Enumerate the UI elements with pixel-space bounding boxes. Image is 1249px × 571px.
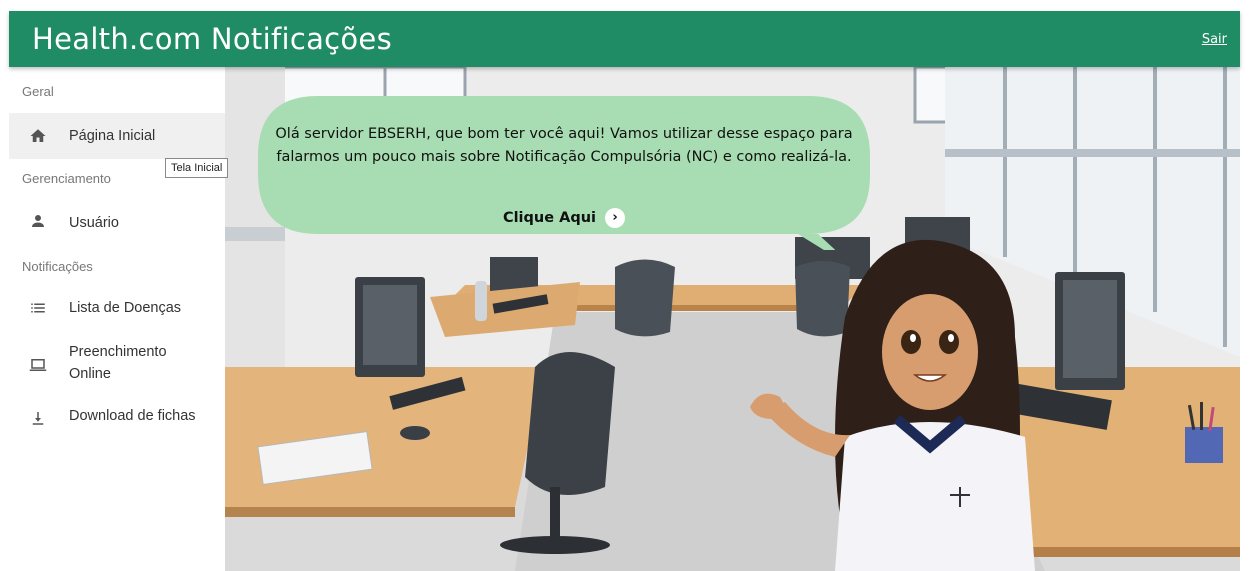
app-bar: Health.com Notificações Sair [9,11,1240,67]
list-icon [28,298,48,318]
speech-bubble: Olá servidor EBSERH, que bom ter você aq… [258,96,870,250]
sidebar-item-label: Lista de Doenças [69,300,182,316]
home-icon [28,126,48,146]
sidebar-item-preenchimento-online[interactable]: Preenchimento Online [9,337,225,391]
sidebar-item-pagina-inicial[interactable]: Página Inicial [9,113,225,159]
sidebar-item-label: Download de fichas [69,408,196,424]
sidebar-item-lista-de-doencas[interactable]: Lista de Doenças [9,285,225,331]
click-here-button[interactable]: Clique Aqui › [258,208,870,228]
section-title-gerenciamento: Gerenciamento [22,171,111,186]
welcome-message: Olá servidor EBSERH, que bom ter você aq… [275,126,853,165]
user-icon [28,211,48,231]
sidebar-item-label: Página Inicial [69,128,156,144]
sidebar-item-label: Usuário [69,215,119,231]
sidebar-item-download-de-fichas[interactable]: Download de fichas [9,395,225,441]
sidebar: Geral Página Inicial Gerenciamento Usuár… [9,67,225,571]
section-title-notificacoes: Notificações [22,259,93,274]
download-icon [28,408,48,428]
tooltip: Tela Inicial [165,158,229,178]
sidebar-item-usuario[interactable]: Usuário [9,198,225,244]
chevron-right-icon: › [605,208,626,228]
section-title-geral: Geral [22,84,54,99]
sidebar-item-label: Preenchimento Online [69,344,167,382]
app-title: Health.com Notificações [32,22,392,56]
logout-link[interactable]: Sair [1202,32,1227,47]
laptop-icon [28,355,48,375]
click-here-label: Clique Aqui [502,210,596,226]
